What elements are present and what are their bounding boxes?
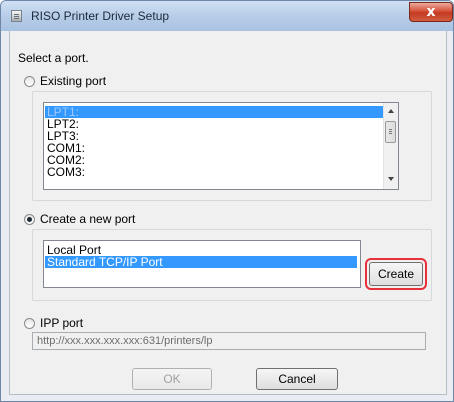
existing-port-scrollbar[interactable] xyxy=(383,103,398,189)
list-item[interactable]: LPT1: xyxy=(45,106,383,118)
scroll-down-icon[interactable] xyxy=(388,177,394,181)
new-port-group: Local Port Standard TCP/IP Port Create xyxy=(32,229,432,301)
create-button[interactable]: Create xyxy=(369,262,423,286)
new-port-label: Create a new port xyxy=(40,212,136,226)
title-bar[interactable]: RISO Printer Driver Setup x xyxy=(1,1,453,31)
scroll-thumb[interactable] xyxy=(385,121,396,143)
setup-dialog: RISO Printer Driver Setup x Select a por… xyxy=(0,0,454,402)
existing-port-label: Existing port xyxy=(40,74,107,88)
list-item[interactable]: COM3: xyxy=(45,166,85,178)
ok-button[interactable]: OK xyxy=(132,368,212,390)
existing-port-group: LPT1: LPT2: LPT3: COM1: COM2: COM3: xyxy=(32,91,432,201)
existing-port-list[interactable]: LPT1: LPT2: LPT3: COM1: COM2: COM3: xyxy=(43,102,399,190)
ipp-port-label: IPP port xyxy=(40,316,84,330)
window-title: RISO Printer Driver Setup xyxy=(31,9,170,23)
new-port-list[interactable]: Local Port Standard TCP/IP Port xyxy=(43,240,361,288)
close-icon: x xyxy=(426,4,436,20)
printer-app-icon xyxy=(11,10,22,22)
select-port-prompt: Select a port. xyxy=(18,51,89,65)
ipp-port-radio[interactable] xyxy=(24,318,35,329)
dialog-body: Select a port. Existing port LPT1: LPT2:… xyxy=(9,31,447,395)
ipp-port-url-field[interactable]: http://xxx.xxx.xxx.xxx:631/printers/lp xyxy=(32,332,426,350)
list-item[interactable]: Standard TCP/IP Port xyxy=(45,256,357,268)
existing-port-radio[interactable] xyxy=(24,76,35,87)
cancel-button[interactable]: Cancel xyxy=(256,368,338,390)
scroll-up-icon[interactable] xyxy=(388,109,394,113)
close-button[interactable]: x xyxy=(409,2,453,22)
new-port-radio[interactable] xyxy=(24,214,35,225)
